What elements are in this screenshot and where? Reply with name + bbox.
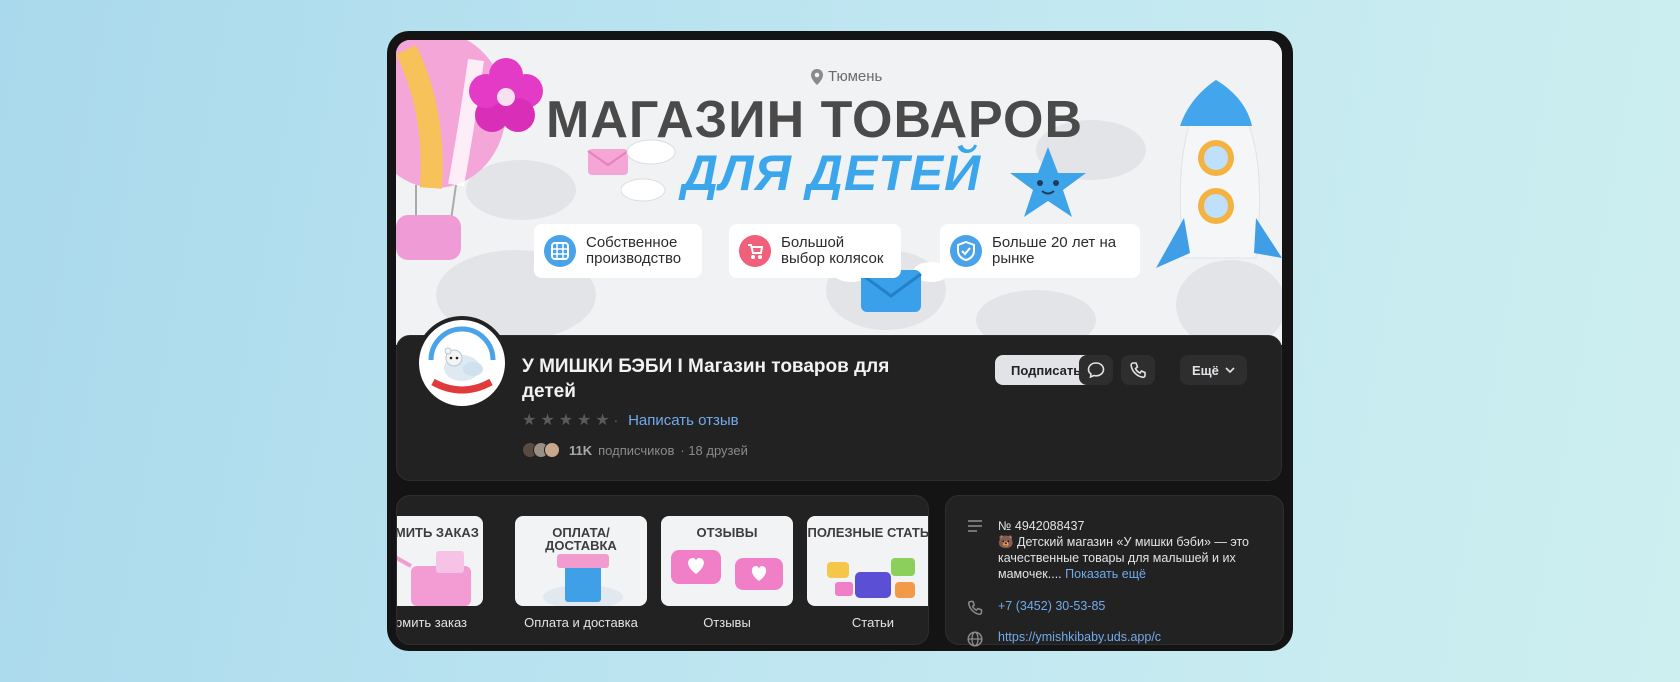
website-link[interactable]: https://ymishkibaby.uds.app/c xyxy=(998,629,1268,647)
description-block: № 4942088437 🐻 Детский магазин «У мишки … xyxy=(998,518,1268,582)
links-carousel: ОФОРМИТЬ ЗАКАЗ Оформить заказ ОПЛАТА/ ДО… xyxy=(396,495,929,645)
message-icon xyxy=(1087,362,1105,379)
friends-count: · 18 друзей xyxy=(680,442,748,458)
shopping-cart-icon xyxy=(397,551,471,606)
cover-title-line1: МАГАЗИН ТОВАРОВ xyxy=(546,91,1084,149)
location-pin-icon xyxy=(811,68,823,85)
community-header: У МИШКИ БЭБИ I Магазин товаров для детей… xyxy=(396,316,1282,481)
chevron-down-icon xyxy=(1225,367,1235,373)
friend-avatars xyxy=(522,442,560,458)
chat-bubbles-icon xyxy=(827,558,915,598)
card-label: Отзывы xyxy=(703,615,751,630)
star-icon[interactable]: ★ xyxy=(540,410,554,430)
location-text: Тюмень xyxy=(828,68,883,85)
feature-text: Большой выбор колясок xyxy=(781,234,884,267)
card-title: ОПЛАТА/ ДОСТАВКА xyxy=(545,525,617,553)
cover-image: Тюмень МАГАЗИН ТОВАРОВ ДЛЯ ДЕТЕЙ Собстве… xyxy=(396,40,1282,345)
card-label: Оформить заказ xyxy=(397,615,467,630)
cover-title-line2: ДЛЯ ДЕТЕЙ xyxy=(682,145,982,201)
text-lines-icon xyxy=(966,518,984,582)
globe-icon xyxy=(966,629,984,647)
stroller-icon xyxy=(739,235,771,267)
location-label: Тюмень xyxy=(811,68,882,85)
shield-check-icon xyxy=(950,235,982,267)
link-card-payment[interactable]: ОПЛАТА/ ДОСТАВКА Оплата и доставка xyxy=(515,516,647,630)
star-icon[interactable]: ★ xyxy=(522,410,536,430)
star-mascot-icon xyxy=(1010,147,1086,217)
group-name: У МИШКИ БЭБИ I Магазин товаров для детей xyxy=(522,356,890,402)
flower-icon xyxy=(469,58,543,132)
message-button[interactable] xyxy=(1079,355,1113,385)
phone-number[interactable]: +7 (3452) 30-53-85 xyxy=(998,598,1268,616)
link-card-articles[interactable]: ПОЛЕЗНЫЕ СТАТЬИ Статьи xyxy=(807,516,929,630)
star-icon[interactable]: ★ xyxy=(559,410,573,430)
more-label: Ещё xyxy=(1192,362,1219,378)
phone-row[interactable]: +7 (3452) 30-53-85 xyxy=(966,598,1268,616)
members-row[interactable]: 11K подписчиков · 18 друзей xyxy=(522,442,748,458)
link-card-order[interactable]: ОФОРМИТЬ ЗАКАЗ Оформить заказ xyxy=(396,516,483,630)
link-card-image: ПОЛЕЗНЫЕ СТАТЬИ xyxy=(807,516,929,606)
show-more-link[interactable]: Показать ещё xyxy=(1065,567,1146,581)
friend-avatar xyxy=(544,442,560,458)
phone-icon xyxy=(1130,362,1146,379)
link-card-image: ОПЛАТА/ ДОСТАВКА xyxy=(515,516,647,606)
heart-bubbles-icon xyxy=(671,550,783,590)
star-icon[interactable]: ★ xyxy=(595,410,609,430)
card-title: ОТЗЫВЫ xyxy=(696,525,758,540)
feature-text: Собственное производство xyxy=(586,234,682,267)
rating: ★ ★ ★ ★ ★ · Написать отзыв xyxy=(522,410,739,430)
avatar[interactable] xyxy=(415,316,509,410)
description-row: № 4942088437 🐻 Детский магазин «У мишки … xyxy=(966,518,1268,582)
feature-text: Больше 20 лет на рынке xyxy=(992,234,1117,267)
card-label: Оплата и доставка xyxy=(524,615,638,630)
group-number: № 4942088437 xyxy=(998,519,1085,533)
delivery-box-icon xyxy=(543,554,623,606)
factory-icon xyxy=(544,235,576,267)
separator-dot: · xyxy=(613,412,619,428)
rocket-icon xyxy=(1156,79,1282,268)
more-button[interactable]: Ещё xyxy=(1180,355,1247,385)
link-card-image: ОФОРМИТЬ ЗАКАЗ xyxy=(396,516,483,606)
card-title: ПОЛЕЗНЫЕ СТАТЬИ xyxy=(807,525,929,540)
link-card-reviews[interactable]: ОТЗЫВЫ Отзывы xyxy=(661,516,793,630)
info-panel: № 4942088437 🐻 Детский магазин «У мишки … xyxy=(945,495,1284,647)
subscribers-count: 11K xyxy=(569,442,593,458)
feature-production: Собственное производство xyxy=(534,224,702,278)
feature-experience: Больше 20 лет на рынке xyxy=(940,224,1140,278)
website-row[interactable]: https://ymishkibaby.uds.app/c xyxy=(966,629,1268,647)
subscribers-label: подписчиков xyxy=(598,442,675,458)
write-review-link[interactable]: Написать отзыв xyxy=(628,412,739,429)
card-title: ОФОРМИТЬ ЗАКАЗ xyxy=(396,525,479,540)
community-window: Тюмень МАГАЗИН ТОВАРОВ ДЛЯ ДЕТЕЙ Собстве… xyxy=(387,31,1293,651)
link-card-image: ОТЗЫВЫ xyxy=(661,516,793,606)
star-icon[interactable]: ★ xyxy=(577,410,591,430)
phone-icon xyxy=(966,598,984,616)
feature-strollers: Большой выбор колясок xyxy=(729,224,901,278)
call-button[interactable] xyxy=(1121,355,1155,385)
bear-logo-icon xyxy=(421,322,503,404)
card-label: Статьи xyxy=(851,615,895,630)
